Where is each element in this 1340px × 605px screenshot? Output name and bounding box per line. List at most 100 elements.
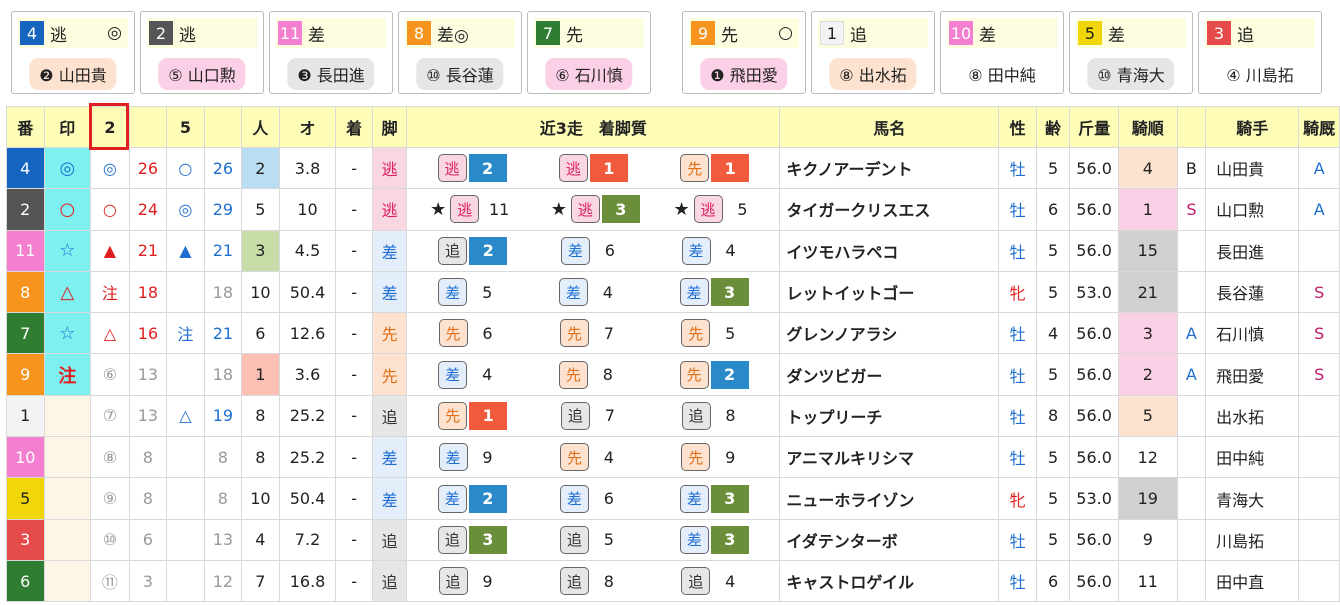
mark-cell[interactable]: ☆: [43, 312, 92, 355]
pick-card[interactable]: 4 逃 ◎ ❷ 山田貴: [11, 11, 135, 94]
recent-race[interactable]: 先9: [681, 443, 748, 472]
recent-race[interactable]: 差6: [559, 484, 627, 513]
recent-race[interactable]: 追7: [560, 401, 628, 430]
mark-cell[interactable]: [43, 394, 92, 438]
col-mark[interactable]: 印: [43, 106, 92, 148]
table-row[interactable]: 2 ○ ○ 24 ◎ 29 5 10 - 逃 ★ 逃 11 ★ 逃 3 ★ 逃 5 タイガークリ…: [6, 188, 1340, 231]
recent-race[interactable]: ★ 逃 3: [547, 195, 640, 224]
col-odds[interactable]: オ: [278, 106, 337, 148]
jockey-name[interactable]: 川島拓: [1205, 518, 1300, 561]
horse-name[interactable]: アニマルキリシマ: [779, 436, 1000, 479]
col-kyaku[interactable]: 脚: [371, 106, 408, 148]
mark-cell[interactable]: ☆: [43, 229, 92, 272]
col-kikyu[interactable]: 騎厩: [1298, 106, 1340, 148]
col-ban[interactable]: 番: [6, 106, 45, 148]
horse-name[interactable]: イダテンターボ: [779, 518, 1000, 561]
recent-race[interactable]: 先6: [438, 319, 506, 348]
recent-race[interactable]: 追3: [437, 525, 507, 554]
recent-race[interactable]: 差5: [438, 278, 505, 307]
horse-name[interactable]: タイガークリスエス: [779, 188, 1000, 231]
mark-cell[interactable]: [43, 436, 92, 479]
col-jockey[interactable]: 騎手: [1205, 106, 1300, 148]
horse-name[interactable]: イツモハラペコ: [779, 229, 1000, 272]
recent-race[interactable]: 追2: [438, 236, 508, 265]
col-2[interactable]: 2: [90, 106, 130, 148]
horse-name[interactable]: ニューホライゾン: [779, 477, 1000, 520]
recent-race[interactable]: 差3: [679, 278, 749, 307]
jockey-name[interactable]: 長田進: [1205, 229, 1300, 272]
pick-card[interactable]: 7 先 ⑥ 石川慎: [527, 11, 651, 94]
recent-race[interactable]: 先7: [559, 319, 627, 348]
pick-card[interactable]: 1 追 ⑧ 出水拓: [811, 11, 935, 94]
pick-card[interactable]: 9 先 ○ ❶ 飛田愛: [682, 11, 806, 94]
table-row[interactable]: 5 ⑨ 8 8 10 50.4 - 差 差2差6差3 ニューホライゾン 牝 5 …: [6, 477, 1340, 520]
jockey-name[interactable]: 田中直: [1205, 559, 1300, 603]
jockey-name[interactable]: 田中純: [1205, 436, 1300, 479]
pick-card[interactable]: 2 逃 ⑤ 山口勲: [140, 11, 264, 94]
jockey-name[interactable]: 石川慎: [1205, 312, 1300, 355]
col-chaku[interactable]: 着: [335, 106, 373, 148]
mark-cell[interactable]: 注: [43, 353, 92, 396]
jockey-name[interactable]: 長谷蓮: [1205, 270, 1300, 314]
recent-race[interactable]: 差4: [681, 236, 749, 265]
col-ninki[interactable]: 人: [241, 106, 280, 148]
col-kijun[interactable]: 騎順: [1117, 106, 1178, 148]
table-row[interactable]: 10 ⑧ 8 8 8 25.2 - 差 差9先4先9 アニマルキリシマ 牡 5 …: [6, 436, 1340, 479]
pick-card[interactable]: 11 差 ❸ 長田進: [269, 11, 393, 94]
col-sex[interactable]: 性: [998, 106, 1037, 148]
table-row[interactable]: 11 ☆ ▲ 21 ▲ 21 3 4.5 - 差 追2差6差4 イツモハラペコ …: [6, 229, 1340, 272]
recent-race[interactable]: ★ 逃 5: [670, 195, 761, 224]
recent-race[interactable]: 先1: [680, 154, 750, 183]
pick-card[interactable]: 5 差 ⑩ 青海大: [1069, 11, 1193, 94]
horse-name[interactable]: トップリーチ: [779, 394, 1000, 438]
col-age[interactable]: 齢: [1035, 106, 1071, 148]
mark-cell[interactable]: [43, 477, 92, 520]
table-row[interactable]: 3 ⑩ 6 13 4 7.2 - 追 追3追5差3 イダテンターボ 牡 5 56…: [6, 518, 1340, 561]
recent-race[interactable]: 追8: [559, 567, 627, 596]
pick-card[interactable]: 10 差 ⑧ 田中純: [940, 11, 1064, 94]
recent-race[interactable]: 先5: [681, 319, 748, 348]
table-row[interactable]: 7 ☆ △ 16 注 21 6 12.6 - 先 先6先7先5 グレンノアラシ …: [6, 312, 1340, 355]
recent-race[interactable]: 追5: [559, 525, 627, 554]
mark-cell[interactable]: △: [43, 270, 92, 314]
jockey-name[interactable]: 青海大: [1205, 477, 1300, 520]
recent-race[interactable]: 追9: [438, 567, 506, 596]
recent-race[interactable]: 差2: [437, 484, 507, 513]
recent-race[interactable]: ★ 逃 11: [426, 195, 517, 224]
jockey-name[interactable]: 山田貴: [1205, 146, 1300, 190]
horse-name[interactable]: キャストロゲイル: [779, 559, 1000, 603]
recent-race[interactable]: 差3: [679, 525, 749, 554]
recent-race[interactable]: 差4: [558, 278, 626, 307]
mark-cell[interactable]: [43, 518, 92, 561]
table-row[interactable]: 9 注 ⑥ 13 18 1 3.6 - 先 差4先8先2 ダンツビガー 牡 5 …: [6, 353, 1340, 396]
mark-cell[interactable]: ◎: [43, 146, 92, 190]
jockey-name[interactable]: 山口勲: [1205, 188, 1300, 231]
horse-name[interactable]: レットイットゴー: [779, 270, 1000, 314]
recent-race[interactable]: 先4: [559, 443, 627, 472]
recent-race[interactable]: 先1: [438, 401, 508, 430]
table-row[interactable]: 8 △ 注 18 18 10 50.4 - 差 差5差4差3 レットイットゴー …: [6, 270, 1340, 314]
recent-race[interactable]: 差3: [679, 484, 749, 513]
table-row[interactable]: 6 ⑪ 3 12 7 16.8 - 追 追9追8追4 キャストロゲイル 牡 6 …: [6, 559, 1340, 603]
horse-name[interactable]: ダンツビガー: [779, 353, 1000, 396]
mark-cell[interactable]: [43, 559, 92, 603]
pick-card[interactable]: 8 差◎ ⑩ 長谷蓮: [398, 11, 522, 94]
recent-race[interactable]: 逃2: [437, 154, 507, 183]
recent-race[interactable]: 差9: [438, 443, 506, 472]
recent-race[interactable]: 先2: [679, 360, 749, 389]
recent-race[interactable]: 追8: [681, 401, 749, 430]
horse-name[interactable]: グレンノアラシ: [779, 312, 1000, 355]
recent-race[interactable]: 先8: [558, 360, 626, 389]
mark-cell[interactable]: ○: [43, 188, 92, 231]
jockey-name[interactable]: 飛田愛: [1205, 353, 1300, 396]
recent-race[interactable]: 差4: [438, 360, 505, 389]
table-row[interactable]: 4 ◎ ◎ 26 ○ 26 2 3.8 - 逃 逃2逃1先1 キクノアーデント …: [6, 146, 1340, 190]
col-5[interactable]: 5: [166, 106, 205, 148]
jockey-name[interactable]: 出水拓: [1205, 394, 1300, 438]
recent-race[interactable]: 逃1: [558, 154, 628, 183]
recent-race[interactable]: 差6: [560, 236, 628, 265]
horse-name[interactable]: キクノアーデント: [779, 146, 1000, 190]
col-weight[interactable]: 斤量: [1069, 106, 1119, 148]
table-row[interactable]: 1 ⑦ 13 △ 19 8 25.2 - 追 先1追7追8 トップリーチ 牡 8…: [6, 394, 1340, 438]
col-name[interactable]: 馬名: [779, 106, 1000, 148]
